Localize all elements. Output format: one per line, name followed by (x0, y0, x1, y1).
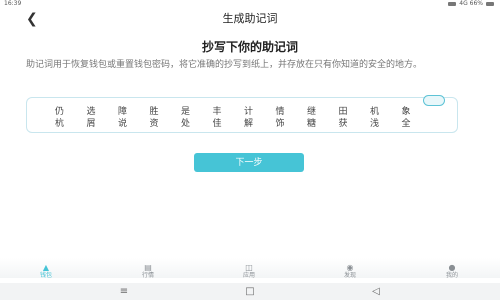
home-square-icon[interactable]: □ (242, 285, 258, 298)
tab-apps[interactable]: ◫ 应用 (229, 263, 269, 280)
mnemonic-word[interactable]: 机 (370, 107, 402, 118)
tab-label: 应用 (242, 272, 255, 279)
instruction-text: 助记词用于恢复钱包或重置钱包密码，将它准确的抄写到纸上，并存放在只有你知道的安全… (26, 60, 423, 70)
tab-label: 钱包 (39, 272, 52, 279)
discover-icon: ◉ (346, 263, 354, 272)
mnemonic-word[interactable]: 说 (118, 119, 150, 130)
signal-icon (448, 2, 457, 6)
system-navigation-bar: ≡ □ ◁ (0, 283, 500, 300)
tab-label: 发现 (343, 272, 356, 279)
mnemonic-word[interactable]: 选 (87, 107, 119, 118)
status-network-text: 4G 66% (459, 0, 483, 7)
mnemonic-row-1: 仍 选 障 胜 是 丰 计 情 继 田 机 象 (55, 107, 433, 118)
selected-word-indicator (423, 95, 445, 106)
mnemonic-word[interactable]: 处 (181, 119, 213, 130)
status-indicators: 4G 66% (448, 0, 494, 8)
nav-title: 生成助记词 (222, 12, 278, 25)
mnemonic-word[interactable]: 情 (276, 107, 308, 118)
status-time: 16:39 (4, 0, 22, 7)
mnemonic-word[interactable]: 饰 (276, 119, 308, 130)
navigation-bar: ❮ 生成助记词 (0, 8, 500, 30)
mnemonic-word[interactable]: 浅 (370, 119, 402, 130)
status-bar: 16:39 4G 66% (0, 0, 500, 8)
mnemonic-word[interactable]: 丰 (213, 107, 245, 118)
mnemonic-word[interactable]: 佳 (213, 119, 245, 130)
mnemonic-word[interactable]: 仍 (55, 107, 87, 118)
mnemonic-word[interactable]: 糖 (307, 119, 339, 130)
mnemonic-word[interactable]: 计 (244, 107, 276, 118)
back-triangle-icon[interactable]: ◁ (368, 285, 384, 298)
mnemonic-word[interactable]: 杭 (55, 119, 87, 130)
mnemonic-word[interactable]: 障 (118, 107, 150, 118)
mnemonic-words-box: 仍 选 障 胜 是 丰 计 情 继 田 机 象 杭 屑 说 资 处 佳 解 饰 … (26, 95, 458, 133)
mnemonic-word[interactable]: 屑 (87, 119, 119, 130)
battery-icon (486, 2, 494, 6)
mnemonic-word[interactable]: 田 (339, 107, 371, 118)
mnemonic-word[interactable]: 获 (339, 119, 371, 130)
mnemonic-word[interactable]: 资 (150, 119, 182, 130)
mnemonic-word[interactable]: 解 (244, 119, 276, 130)
chart-icon: ▤ (144, 263, 152, 272)
profile-icon: ● (448, 263, 456, 272)
page-heading: 抄写下你的助记词 (201, 40, 298, 54)
mnemonic-word[interactable]: 全 (402, 119, 434, 130)
tab-profile[interactable]: ● 我的 (432, 263, 472, 280)
mnemonic-word[interactable]: 继 (307, 107, 339, 118)
wallet-icon: ▲ (42, 263, 50, 272)
mnemonic-word[interactable]: 胜 (150, 107, 182, 118)
tab-label: 行情 (141, 272, 154, 279)
tab-wallet[interactable]: ▲ 钱包 (26, 263, 66, 280)
tab-discover[interactable]: ◉ 发现 (330, 263, 370, 280)
next-step-button[interactable]: 下一步 (194, 153, 304, 172)
mnemonic-word[interactable]: 象 (402, 107, 434, 118)
mnemonic-word[interactable]: 是 (181, 107, 213, 118)
tab-market[interactable]: ▤ 行情 (128, 263, 168, 280)
tab-label: 我的 (445, 272, 458, 279)
bottom-tab-bar: ▲ 钱包 ▤ 行情 ◫ 应用 ◉ 发现 ● 我的 (0, 264, 500, 280)
mnemonic-row-2: 杭 屑 说 资 处 佳 解 饰 糖 获 浅 全 (55, 119, 433, 130)
apps-icon: ◫ (245, 263, 253, 272)
menu-lines-icon[interactable]: ≡ (116, 285, 132, 298)
